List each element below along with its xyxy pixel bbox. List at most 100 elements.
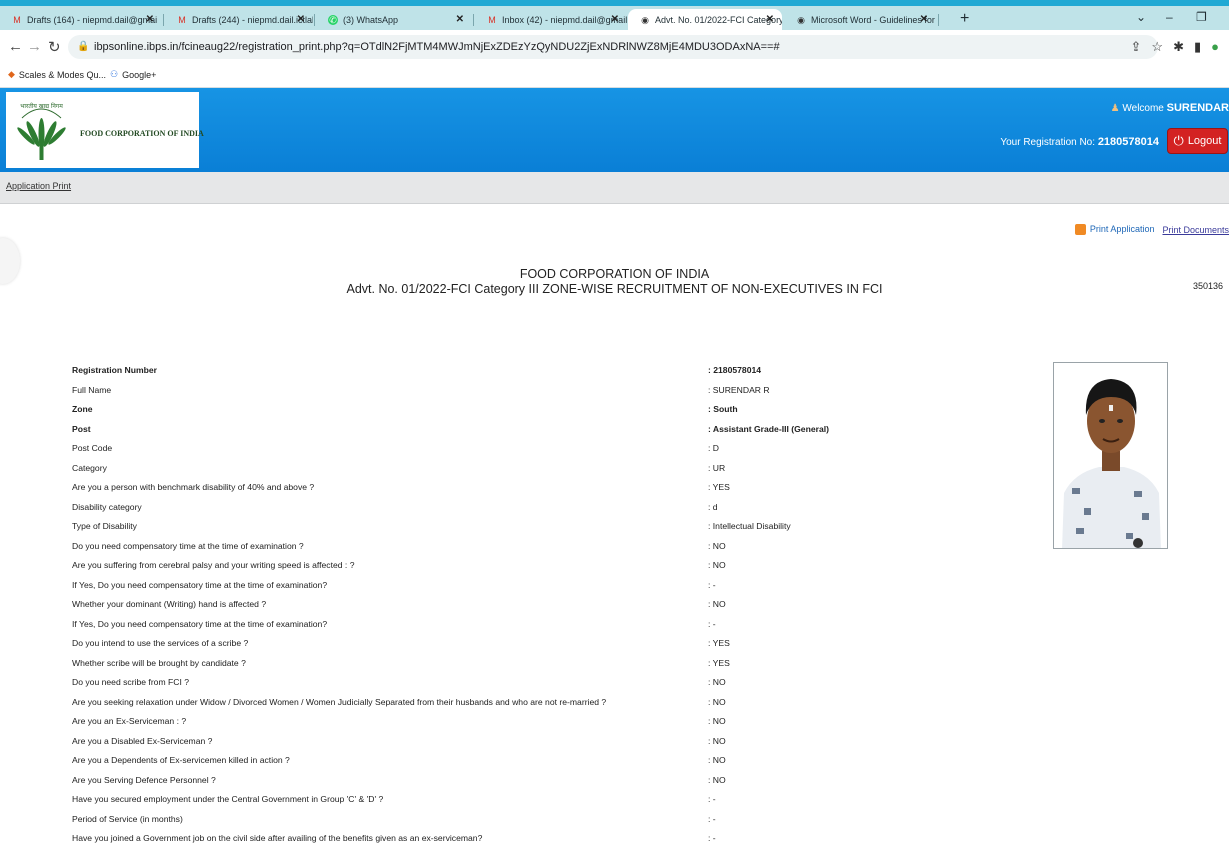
close-icon[interactable]: ✕ <box>611 14 619 25</box>
restore-icon[interactable]: ❐ <box>1196 10 1207 24</box>
reload-icon[interactable]: ↻ <box>48 38 61 56</box>
detail-row: Whether your dominant (Writing) hand is … <box>72 596 1032 616</box>
detail-value: : NO <box>708 540 726 551</box>
detail-label: Do you need scribe from FCI ? <box>72 677 190 687</box>
detail-row: Have you secured employment under the Ce… <box>72 791 1032 811</box>
close-icon[interactable]: ✕ <box>456 14 464 25</box>
print-documents-link[interactable]: Print Documents <box>1162 225 1229 235</box>
logout-button[interactable]: ⏻ Logout <box>1167 128 1228 154</box>
close-icon[interactable]: ✕ <box>766 14 774 25</box>
candidate-photo <box>1053 362 1168 549</box>
detail-row: Do you need scribe from FCI ? : NO <box>72 674 1032 694</box>
detail-row: If Yes, Do you need compensatory time at… <box>72 577 1032 597</box>
detail-value: : - <box>708 618 716 629</box>
detail-label: Are you Serving Defence Personnel ? <box>72 774 216 785</box>
detail-label: Category <box>72 462 107 473</box>
welcome-text: ♟ Welcome SURENDAR <box>1110 102 1229 114</box>
lock-icon: 🔒 <box>77 41 90 52</box>
fci-logo[interactable]: भारतीय खाद्य निगम FOOD CORPORATION OF IN… <box>6 92 204 168</box>
bookmark-item[interactable]: ◆ Scales & Modes Qu... <box>8 69 106 80</box>
detail-value: : d <box>708 501 718 512</box>
browser-tab[interactable]: M Drafts (244) - niepmd.dail.ictlab@ ✕ <box>165 9 313 30</box>
power-icon: ⏻ <box>1173 133 1184 148</box>
bookmark-label: Scales & Modes Qu... <box>18 69 106 80</box>
bookmarks-bar: ◆ Scales & Modes Qu... ⚇ Google+ <box>0 64 1229 88</box>
detail-label: Are you a Disabled Ex-Serviceman ? <box>72 735 213 746</box>
browser-tab[interactable]: M Inbox (42) - niepmd.dail@gmail. ✕ <box>475 9 627 30</box>
detail-label: Period of Service (in months) <box>72 813 183 824</box>
svg-text:भारतीय खाद्य निगम: भारतीय खाद्य निगम <box>20 102 63 110</box>
print-links: Print Application Print Documents <box>1074 224 1229 236</box>
detail-label: Are you seeking relaxation under Widow /… <box>72 696 607 707</box>
detail-row: Are you an Ex-Serviceman : ?: NO <box>72 713 1032 733</box>
detail-row: Period of Service (in months): - <box>72 811 1032 831</box>
detail-value: : - <box>708 579 716 590</box>
browser-tab[interactable]: ◉ Microsoft Word - Guidelines for ✕ <box>784 9 936 30</box>
application-print-link[interactable]: Application Print <box>6 181 71 191</box>
back-icon[interactable]: ← <box>8 38 23 55</box>
registration-number: 2180578014 <box>1097 136 1159 148</box>
page-title: FOOD CORPORATION OF INDIA Advt. No. 01/2… <box>0 267 1229 297</box>
detail-value: : NO <box>708 560 726 570</box>
browser-tab[interactable]: M Drafts (164) - niepmd.dail@gmai ✕ <box>0 9 162 30</box>
minimize-icon[interactable]: – <box>1166 10 1173 24</box>
tab-label: Inbox (42) - niepmd.dail@gmail. <box>502 14 627 25</box>
globe-icon: ◉ <box>641 14 649 25</box>
detail-row: Are you a person with benchmark disabili… <box>72 479 1032 499</box>
detail-label: Full Name <box>72 384 112 395</box>
share-icon[interactable]: ⇪ <box>1131 39 1142 55</box>
detail-label: Do you intend to use the services of a s… <box>72 638 249 648</box>
globe-icon: ◉ <box>797 14 805 25</box>
detail-row: Are you suffering from cerebral palsy an… <box>72 557 1032 577</box>
detail-row: Registration Number: 2180578014 <box>72 362 1032 382</box>
detail-label: Are you suffering from cerebral palsy an… <box>72 560 355 570</box>
detail-row: Are you seeking relaxation under Widow /… <box>72 694 1032 714</box>
detail-row: Do you intend to use the services of a s… <box>72 635 1032 655</box>
url-field[interactable]: 🔒 ibpsonline.ibps.in/fcineaug22/registra… <box>68 35 1158 59</box>
user-name: SURENDAR <box>1166 102 1229 114</box>
bookmark-item[interactable]: ⚇ Google+ <box>110 69 156 80</box>
detail-row: Category: UR <box>72 460 1032 480</box>
detail-label: Disability category <box>72 501 142 512</box>
close-icon[interactable]: ✕ <box>920 14 928 25</box>
detail-value: : NO <box>708 716 726 726</box>
close-icon[interactable]: ✕ <box>146 14 154 25</box>
forward-icon[interactable]: → <box>27 38 42 55</box>
detail-label: If Yes, Do you need compensatory time at… <box>72 579 328 590</box>
sidepanel-icon[interactable]: ▮ <box>1194 39 1201 55</box>
detail-label: Post <box>72 423 91 434</box>
detail-row: Post Code: D <box>72 440 1032 460</box>
detail-value: : YES <box>708 638 730 648</box>
detail-value: : NO <box>708 677 726 687</box>
close-icon[interactable]: ✕ <box>297 14 305 25</box>
application-details: Registration Number: 2180578014 Full Name… <box>72 362 1032 850</box>
detail-row: Whether scribe will be brought by candid… <box>72 655 1032 675</box>
gmail-icon: M <box>13 14 21 25</box>
tab-label: Advt. No. 01/2022-FCI Category I <box>655 14 782 25</box>
detail-value: : Assistant Grade-III (General) <box>708 423 829 434</box>
detail-label: Registration Number <box>72 365 157 375</box>
detail-value: : South <box>708 404 738 414</box>
detail-label: Whether your dominant (Writing) hand is … <box>72 599 267 609</box>
extensions-icon[interactable]: ✱ <box>1173 39 1184 55</box>
detail-row: Zone: South <box>72 401 1032 421</box>
detail-row: Type of Disability: Intellectual Disabil… <box>72 518 1032 538</box>
new-tab-icon[interactable]: + <box>960 10 969 28</box>
gmail-icon: M <box>488 14 496 25</box>
address-bar-row: ← → ↻ 🔒 ibpsonline.ibps.in/fcineaug22/re… <box>0 30 1229 64</box>
detail-value: : - <box>708 794 716 804</box>
detail-label: Have you joined a Government job on the … <box>72 833 483 843</box>
browser-tab[interactable]: ✆ (3) WhatsApp ✕ <box>316 9 472 30</box>
chevron-down-icon[interactable]: ⌄ <box>1136 10 1146 24</box>
star-icon[interactable]: ☆ <box>1151 39 1163 55</box>
print-application-link[interactable]: Print Application <box>1074 224 1154 236</box>
form-code: 350136 <box>1192 281 1223 291</box>
browser-tab-active[interactable]: ◉ Advt. No. 01/2022-FCI Category I ✕ <box>628 9 782 30</box>
gmail-icon: M <box>178 14 186 25</box>
org-name: FOOD CORPORATION OF INDIA <box>80 129 204 138</box>
subnav-bar: Application Print <box>0 172 1229 204</box>
detail-row: Have you joined a Government job on the … <box>72 830 1032 850</box>
detail-value: : - <box>708 833 716 843</box>
profile-icon[interactable]: ● <box>1211 39 1219 55</box>
bookmark-label: Google+ <box>122 69 157 80</box>
